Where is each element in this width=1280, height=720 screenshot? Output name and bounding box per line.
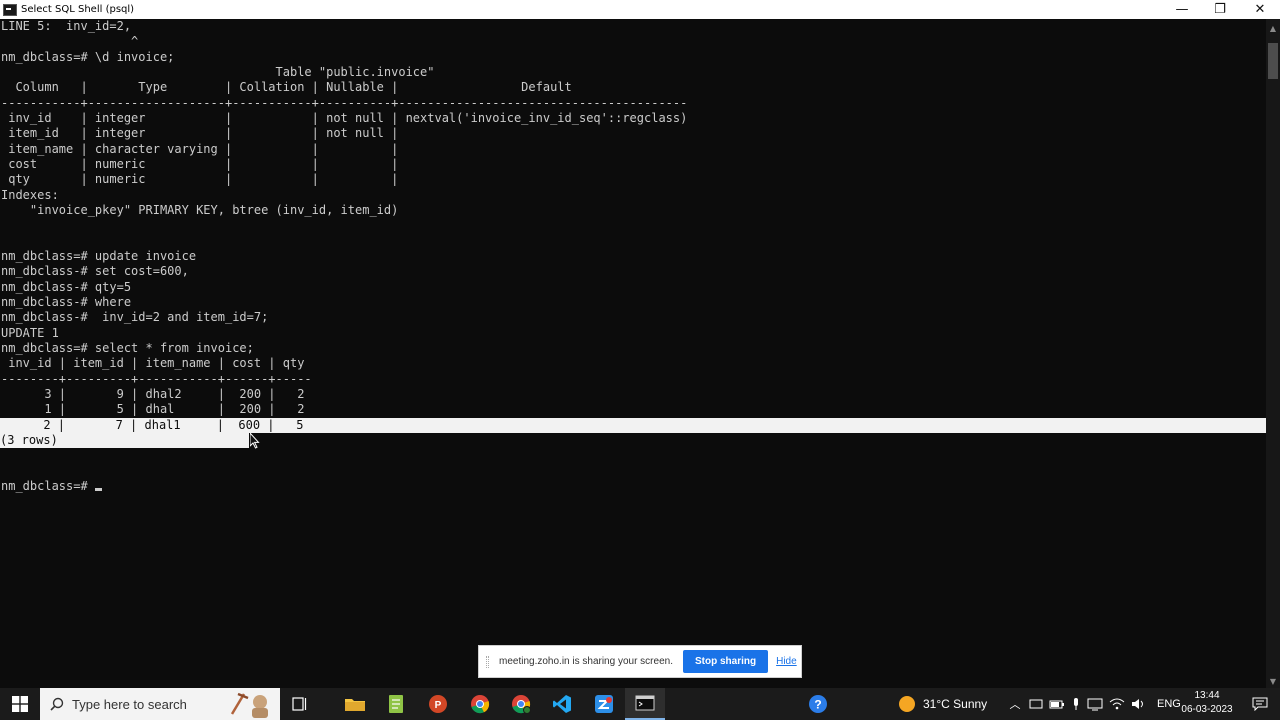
title-bar: Select SQL Shell (psql) (0, 0, 1280, 19)
hide-link[interactable]: Hide (776, 656, 797, 667)
scroll-down-icon[interactable]: ▼ (1266, 674, 1280, 688)
help-icon[interactable]: ? (798, 688, 838, 720)
terminal-line: qty | numeric | | | (1, 172, 399, 186)
close-button[interactable]: ✕ (1240, 0, 1280, 19)
search-icon (50, 697, 64, 711)
vscode-icon[interactable] (542, 688, 582, 720)
clock-time: 13:44 (1194, 690, 1220, 701)
chevron-up-icon[interactable]: ︿ (1007, 696, 1023, 712)
vertical-scrollbar[interactable]: ▲ ▼ (1266, 19, 1280, 690)
terminal-line: LINE 5: inv_id=2, (1, 19, 132, 33)
weather-widget[interactable]: 31°C Sunny (898, 688, 987, 720)
volume-icon[interactable] (1131, 697, 1147, 711)
notepad-plus-icon[interactable] (376, 688, 416, 720)
powerpoint-icon[interactable]: P (418, 688, 458, 720)
svg-text:?: ? (814, 698, 821, 712)
chrome-icon[interactable] (460, 688, 500, 720)
file-explorer-icon[interactable] (335, 688, 375, 720)
terminal-line: item_id | integer | | not null | (1, 126, 399, 140)
psql-terminal-taskbar-icon[interactable] (625, 688, 665, 720)
chrome-profile-icon[interactable] (501, 688, 541, 720)
taskbar-search-box[interactable]: Type here to search (40, 688, 280, 720)
taskbar-clock[interactable]: 13:44 06-03-2023 (1176, 689, 1238, 717)
scroll-thumb[interactable] (1268, 43, 1278, 79)
terminal-line: nm_dbclass-# where (1, 295, 132, 309)
zoho-sharing-icon[interactable] (584, 688, 624, 720)
drag-handle-icon[interactable] (486, 655, 489, 668)
network-icon[interactable] (1087, 697, 1103, 711)
maximize-button[interactable]: ❐ (1200, 0, 1240, 19)
terminal-line: Table "public.invoice" (1, 65, 435, 79)
terminal-line: nm_dbclass=# update invoice (1, 249, 197, 263)
terminal-line: cost | numeric | | | (1, 157, 399, 171)
text-cursor (94, 488, 102, 491)
terminal-line: nm_dbclass=# \d invoice; (1, 50, 175, 64)
terminal-line: item_name | character varying | | | (1, 142, 399, 156)
terminal-line: 3 | 9 | dhal2 | 200 | 2 (1, 387, 305, 401)
svg-text:P: P (435, 700, 442, 711)
windows-logo-icon (12, 696, 28, 712)
wifi-icon[interactable] (1109, 697, 1125, 711)
screen-sharing-bar: meeting.zoho.in is sharing your screen. … (478, 645, 802, 678)
terminal-line-selected: 2 | 7 | dhal1 | 600 | 5 (0, 418, 1266, 433)
scroll-up-icon[interactable]: ▲ (1266, 21, 1280, 35)
terminal-line-selected: (3 rows) (0, 433, 249, 448)
terminal-line: nm_dbclass-# qty=5 (1, 280, 132, 294)
terminal-line: UPDATE 1 (1, 326, 59, 340)
terminal-line: "invoice_pkey" PRIMARY KEY, btree (inv_i… (1, 203, 399, 217)
terminal-line: 1 | 5 | dhal | 200 | 2 (1, 402, 305, 416)
microphone-icon[interactable] (1071, 697, 1081, 711)
window-title: Select SQL Shell (psql) (21, 4, 135, 15)
start-button[interactable] (0, 688, 40, 720)
terminal-line: inv_id | integer | | not null | nextval(… (1, 111, 688, 125)
terminal-line: ^ (1, 34, 139, 48)
terminal-line: inv_id | item_id | item_name | cost | qt… (1, 356, 305, 370)
terminal-line: -----------+-------------------+--------… (1, 96, 688, 110)
battery-icon[interactable] (1049, 698, 1065, 710)
terminal-prompt-line: nm_dbclass=# (1, 479, 102, 494)
terminal-line: nm_dbclass=# select * from invoice; (1, 341, 254, 355)
weather-text: 31°C Sunny (923, 697, 988, 711)
terminal-line: nm_dbclass-# inv_id=2 and item_id=7; (1, 310, 269, 324)
task-view-icon[interactable] (280, 688, 320, 720)
psql-app-icon (3, 3, 17, 16)
search-placeholder: Type here to search (72, 696, 187, 712)
sharing-message: meeting.zoho.in is sharing your screen. (499, 656, 673, 667)
clock-date: 06-03-2023 (1181, 704, 1233, 715)
tablet-icon[interactable] (1029, 698, 1043, 710)
sun-icon (899, 696, 915, 712)
terminal-output[interactable]: LINE 5: inv_id=2, ^ nm_dbclass=# \d invo… (0, 19, 1266, 690)
minimize-button[interactable]: — (1162, 0, 1202, 19)
notifications-icon[interactable] (1240, 688, 1280, 720)
terminal-line: Column | Type | Collation | Nullable | D… (1, 80, 572, 94)
terminal-line: Indexes: (1, 188, 59, 202)
mouse-pointer-icon (250, 433, 260, 449)
system-tray: ︿ ENG (1007, 688, 1181, 720)
terminal-prompt: nm_dbclass=# (1, 479, 95, 493)
search-highlight-illustration-icon (230, 692, 268, 718)
stop-sharing-button[interactable]: Stop sharing (682, 650, 769, 673)
terminal-line: nm_dbclass-# set cost=600, (1, 264, 189, 278)
terminal-line: --------+---------+-----------+------+--… (1, 372, 312, 386)
